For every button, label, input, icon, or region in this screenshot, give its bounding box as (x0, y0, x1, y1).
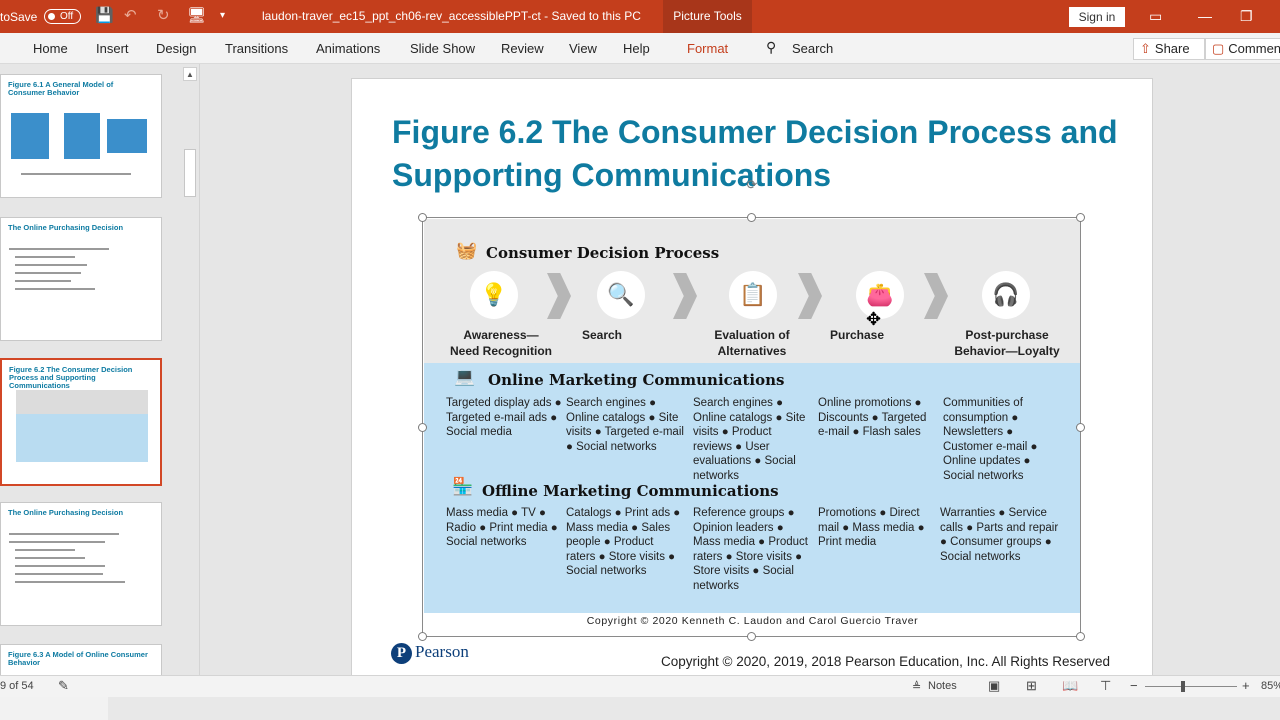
undo-icon[interactable]: ↶ (124, 6, 137, 26)
save-icon[interactable]: 💾 (95, 6, 114, 26)
taskbar-block (0, 697, 108, 720)
thumbnail-line (15, 549, 75, 551)
accessibility-icon[interactable]: ✎ (58, 678, 69, 694)
thumbnail-title: Figure 6.2 The Consumer Decision Process… (9, 365, 133, 390)
notes-button[interactable]: Notes (928, 680, 957, 692)
autosave-toggle[interactable]: Off (44, 9, 81, 24)
thumbnail-line (15, 581, 125, 583)
redo-icon[interactable]: ↻ (157, 6, 170, 26)
comments-button[interactable]: ▢ Commen (1205, 38, 1280, 60)
tab-slide-show[interactable]: Slide Show (410, 41, 475, 56)
move-cursor-icon: ✥ (866, 309, 882, 329)
sign-in-button[interactable]: Sign in (1069, 7, 1125, 27)
pearson-logo: P Pearson (391, 642, 469, 664)
zoom-in-icon[interactable]: + (1242, 678, 1250, 693)
tab-view[interactable]: View (569, 41, 597, 56)
resize-handle-top-right[interactable] (1076, 213, 1085, 222)
search-box[interactable]: Search (792, 41, 833, 56)
thumbnail-title: Figure 6.1 A General Model of Consumer B… (8, 80, 114, 97)
comments-label: Commen (1228, 41, 1280, 56)
customize-quick-access-icon[interactable]: ▾ (220, 6, 225, 26)
slideshow-view-icon[interactable]: ⊤ (1100, 678, 1111, 694)
slide-sorter-icon[interactable]: ⊞ (1026, 678, 1037, 694)
tab-transitions[interactable]: Transitions (225, 41, 288, 56)
thumbnail-line (15, 256, 75, 258)
thumbnail-line (9, 248, 109, 250)
picture-selection-frame (422, 217, 1081, 637)
scroll-up-icon[interactable]: ▲ (183, 67, 197, 81)
thumbnail-graphic (64, 113, 100, 159)
resize-handle-right[interactable] (1076, 423, 1085, 432)
thumbnail-graphic (107, 119, 147, 153)
slide-counter: 9 of 54 (0, 680, 34, 692)
tab-help[interactable]: Help (623, 41, 650, 56)
tab-format[interactable]: Format (687, 41, 728, 56)
tab-home[interactable]: Home (33, 41, 68, 56)
document-title: laudon-traver_ec15_ppt_ch06-rev_accessib… (262, 9, 641, 23)
share-icon: ⇧ (1140, 41, 1151, 56)
tab-design[interactable]: Design (156, 41, 196, 56)
restore-icon[interactable]: ❐ (1240, 8, 1253, 24)
thumbnail-title: The Online Purchasing Decision (8, 223, 124, 232)
thumbnail-line (15, 264, 87, 266)
share-label: Share (1154, 41, 1190, 56)
thumbnail-graphic (16, 414, 148, 462)
slide-thumbnail-10[interactable]: The Online Purchasing Decision (0, 502, 162, 626)
tab-insert[interactable]: Insert (96, 41, 129, 56)
tab-review[interactable]: Review (501, 41, 544, 56)
ribbon-display-options-icon[interactable]: ▭ (1149, 8, 1162, 24)
resize-handle-bottom-right[interactable] (1076, 632, 1085, 641)
ribbon-tabs: Home Insert Design Transitions Animation… (0, 33, 1280, 64)
autosave-label: toSave (0, 10, 38, 24)
pearson-p-icon: P (391, 642, 412, 664)
thumbnail-line (15, 557, 85, 559)
resize-handle-bottom-left[interactable] (418, 632, 427, 641)
pearson-logo-text: Pearson (415, 642, 469, 661)
thumbnail-line (15, 573, 103, 575)
slide-editing-canvas: Figure 6.2 The Consumer Decision Process… (201, 64, 1280, 675)
slide-thumbnail-9-selected[interactable]: Figure 6.2 The Consumer Decision Process… (0, 358, 162, 486)
thumbnail-title: The Online Purchasing Decision (8, 508, 124, 517)
notes-icon[interactable]: ≜ (912, 680, 921, 693)
picture-tools-context-tab: Picture Tools (663, 0, 752, 33)
slide-thumbnail-7[interactable]: Figure 6.1 A General Model of Consumer B… (0, 74, 162, 198)
tab-animations[interactable]: Animations (316, 41, 380, 56)
zoom-level[interactable]: 85% (1261, 680, 1280, 692)
thumbnail-line (9, 533, 119, 535)
thumbnail-scrollbar[interactable]: ▲ (183, 67, 197, 672)
resize-handle-top-left[interactable] (418, 213, 427, 222)
zoom-out-icon[interactable]: − (1130, 678, 1138, 693)
thumbnail-line (15, 272, 81, 274)
zoom-slider-thumb[interactable] (1181, 681, 1185, 692)
thumbnail-title: Figure 6.3 A Model of Online Consumer Be… (8, 650, 148, 667)
search-icon[interactable]: ⚲ (766, 39, 776, 56)
slide-title[interactable]: Figure 6.2 The Consumer Decision Process… (392, 111, 1132, 197)
thumbnail-line (15, 288, 95, 290)
rotate-handle-icon[interactable]: ⟳ (744, 177, 760, 193)
present-icon[interactable]: 🖥 (187, 6, 206, 26)
slide-copyright: Copyright © 2020, 2019, 2018 Pearson Edu… (661, 654, 1110, 669)
taskbar-strip (0, 697, 1280, 720)
slide-thumbnail-11[interactable]: Figure 6.3 A Model of Online Consumer Be… (0, 644, 162, 675)
resize-handle-bottom[interactable] (747, 632, 756, 641)
thumbnail-line (15, 280, 71, 282)
share-button[interactable]: ⇧ Share (1133, 38, 1205, 60)
resize-handle-top[interactable] (747, 213, 756, 222)
zoom-slider-track[interactable] (1145, 686, 1237, 687)
thumbnail-line (21, 173, 131, 175)
reading-view-icon[interactable]: 📖 (1062, 678, 1078, 694)
thumbnail-line (15, 565, 105, 567)
thumbnail-graphic (11, 113, 49, 159)
title-bar: toSave Off 💾 ↶ ↻ 🖥 ▾ laudon-traver_ec15_… (0, 0, 1280, 33)
resize-handle-left[interactable] (418, 423, 427, 432)
thumbnail-graphic (16, 390, 148, 414)
status-bar: 9 of 54 ✎ ≜ Notes ▣ ⊞ 📖 ⊤ − + 85% (0, 675, 1280, 697)
minimize-icon[interactable]: — (1198, 8, 1212, 24)
comment-icon: ▢ (1212, 41, 1225, 56)
slide-thumbnail-8[interactable]: The Online Purchasing Decision (0, 217, 162, 341)
scrollbar-thumb[interactable] (184, 149, 196, 197)
slide-thumbnail-panel: Figure 6.1 A General Model of Consumer B… (0, 64, 200, 675)
thumbnail-line (9, 541, 105, 543)
normal-view-icon[interactable]: ▣ (988, 678, 1000, 694)
